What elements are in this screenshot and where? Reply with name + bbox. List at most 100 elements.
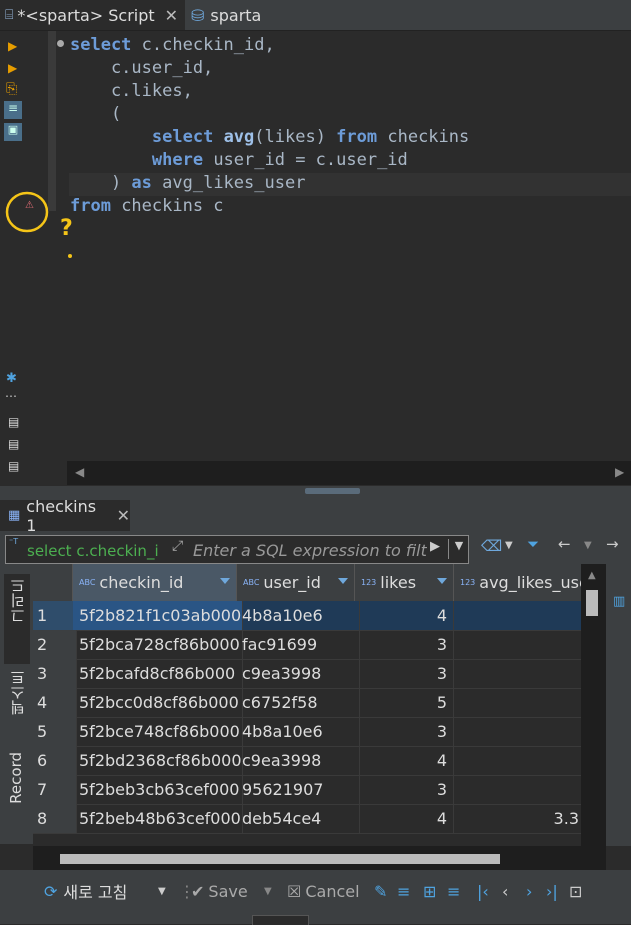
- scroll-left-icon[interactable]: ◀: [75, 465, 84, 479]
- editor-horizontal-scrollbar[interactable]: ◀ ▶: [67, 461, 631, 485]
- export-icon[interactable]: ▤: [8, 415, 19, 429]
- row-number[interactable]: 1: [33, 601, 77, 630]
- cell-checkin-id[interactable]: 5f2beb48b63cef000: [73, 804, 243, 833]
- import-icon[interactable]: ▤: [8, 437, 19, 451]
- back-icon[interactable]: ←: [558, 535, 571, 553]
- grid-vertical-scrollbar[interactable]: ▲: [581, 564, 606, 846]
- cell-likes[interactable]: 4: [355, 804, 454, 833]
- table-row[interactable]: 5 5f2bce748cf86b000 4b8a10e6 3: [33, 717, 581, 747]
- code-line[interactable]: where user_id = c.user_id: [70, 150, 408, 173]
- results-tab[interactable]: ▦ checkins 1 ✕: [0, 497, 130, 535]
- cell-likes[interactable]: 4: [355, 601, 454, 630]
- cell-likes[interactable]: 3: [355, 775, 454, 804]
- filter-icon[interactable]: ⏷: [527, 535, 539, 553]
- row-number[interactable]: 8: [33, 804, 77, 833]
- cell-likes[interactable]: 3: [355, 717, 454, 746]
- cell-checkin-id[interactable]: 5f2beb3cb63cef000: [73, 775, 243, 804]
- next-icon[interactable]: ›: [526, 880, 532, 902]
- fetch-all-icon[interactable]: ⊡: [569, 880, 582, 902]
- column-header-avg-likes-user[interactable]: 123avg_likes_user: [454, 564, 581, 601]
- delete-row-icon[interactable]: ≡: [447, 880, 460, 902]
- grid-horizontal-scrollbar[interactable]: [33, 846, 606, 870]
- splitter-handle[interactable]: [305, 488, 360, 494]
- refresh-button[interactable]: ⟳ 새로 고침: [44, 880, 127, 903]
- cell-user-id[interactable]: deb54ce4: [237, 804, 360, 833]
- edit-icon[interactable]: ✎: [374, 880, 387, 902]
- sort-arrow-icon[interactable]: [338, 578, 348, 584]
- column-header-user-id[interactable]: ABC user_id: [237, 564, 355, 601]
- refresh-dropdown-icon[interactable]: ▼: [158, 880, 166, 902]
- cell-likes[interactable]: 4: [355, 746, 454, 775]
- row-number[interactable]: 6: [33, 746, 77, 775]
- row-number[interactable]: 4: [33, 688, 77, 717]
- cell-avg-likes-user[interactable]: [454, 601, 581, 630]
- run-icon[interactable]: ▶: [8, 39, 17, 53]
- cell-avg-likes-user[interactable]: [454, 775, 581, 804]
- sort-arrow-icon[interactable]: [220, 578, 230, 584]
- format-icon[interactable]: ≡: [4, 101, 22, 119]
- save-dropdown-icon[interactable]: ▼: [264, 880, 272, 902]
- apply-filter-icon[interactable]: ▶: [430, 539, 440, 554]
- filter-input[interactable]: ⁼T select c.checkin_i ⤢ Enter a SQL expr…: [5, 535, 469, 564]
- cell-avg-likes-user[interactable]: [454, 746, 581, 775]
- code-line[interactable]: select avg(likes) from checkins: [70, 127, 469, 150]
- cell-user-id[interactable]: 4b8a10e6: [237, 717, 360, 746]
- cell-likes[interactable]: 3: [355, 630, 454, 659]
- code-line[interactable]: from checkins c: [70, 196, 224, 219]
- panel-splitter[interactable]: [0, 486, 631, 496]
- cell-user-id[interactable]: 95621907: [237, 775, 360, 804]
- cell-avg-likes-user[interactable]: 3.3: [454, 804, 581, 833]
- forward-icon[interactable]: →: [606, 535, 619, 553]
- last-page-icon[interactable]: ›|: [546, 880, 558, 902]
- table-row[interactable]: 7 5f2beb3cb63cef000 95621907 3: [33, 775, 581, 805]
- code-line[interactable]: c.user_id,: [70, 58, 213, 81]
- cell-checkin-id[interactable]: 5f2b821f1c03ab000: [73, 601, 243, 630]
- table-row[interactable]: 6 5f2bd2368cf86b000 c9ea3998 4: [33, 746, 581, 776]
- cell-avg-likes-user[interactable]: [454, 659, 581, 688]
- table-row[interactable]: 1 5f2b821f1c03ab000 4b8a10e6 4: [33, 601, 581, 631]
- console-icon[interactable]: ▣: [4, 123, 22, 141]
- cell-avg-likes-user[interactable]: [454, 630, 581, 659]
- close-icon[interactable]: ✕: [165, 6, 178, 25]
- horizontal-scroll-thumb[interactable]: [60, 854, 500, 864]
- cell-avg-likes-user[interactable]: [454, 688, 581, 717]
- scroll-up-icon[interactable]: ▲: [588, 570, 596, 581]
- cell-checkin-id[interactable]: 5f2bce748cf86b000: [73, 717, 243, 746]
- scroll-right-icon[interactable]: ▶: [615, 465, 624, 479]
- sort-arrow-icon[interactable]: [437, 578, 447, 584]
- previous-icon[interactable]: ‹: [502, 880, 508, 902]
- settings-icon[interactable]: ✱: [6, 371, 17, 386]
- tab-grid[interactable]: 그리드: [4, 574, 30, 664]
- close-icon[interactable]: ✕: [117, 506, 130, 525]
- code-line[interactable]: (: [70, 104, 121, 127]
- row-number[interactable]: 7: [33, 775, 77, 804]
- run-script-icon[interactable]: ▶: [8, 61, 17, 75]
- table-row[interactable]: 8 5f2beb48b63cef000 deb54ce4 4 3.3: [33, 804, 581, 834]
- column-header-checkin-id[interactable]: ABC checkin_id: [73, 564, 237, 601]
- cell-checkin-id[interactable]: 5f2bcc0d8cf86b000: [73, 688, 243, 717]
- vertical-scroll-thumb[interactable]: [586, 590, 598, 616]
- dropdown-icon[interactable]: ▼: [505, 540, 513, 551]
- cell-avg-likes-user[interactable]: [454, 717, 581, 746]
- explain-icon[interactable]: ⎘: [6, 81, 17, 97]
- cell-likes[interactable]: 3: [355, 659, 454, 688]
- tab-sparta[interactable]: ⛁ sparta: [187, 0, 631, 30]
- code-line[interactable]: c.likes,: [70, 81, 193, 104]
- expand-icon[interactable]: ⤢: [172, 538, 183, 554]
- more-icon[interactable]: ⋯: [5, 389, 17, 403]
- tab-script[interactable]: ⌸ *<sparta> Script ✕: [0, 0, 185, 30]
- first-page-icon[interactable]: |‹: [477, 880, 489, 902]
- cancel-button[interactable]: ☒ Cancel: [287, 880, 360, 902]
- cell-user-id[interactable]: c9ea3998: [237, 659, 360, 688]
- file-icon[interactable]: ▤: [8, 459, 19, 473]
- row-number[interactable]: 2: [33, 630, 77, 659]
- add-row-icon[interactable]: ≡: [397, 880, 410, 902]
- back-dropdown-icon[interactable]: ▼: [584, 540, 592, 551]
- table-row[interactable]: 4 5f2bcc0d8cf86b000 c6752f58 5: [33, 688, 581, 718]
- code-line[interactable]: select c.checkin_id,: [70, 35, 275, 58]
- cell-user-id[interactable]: 4b8a10e6: [237, 601, 360, 630]
- copy-row-icon[interactable]: ⊞: [423, 880, 436, 902]
- cell-user-id[interactable]: c6752f58: [237, 688, 360, 717]
- cell-checkin-id[interactable]: 5f2bca728cf86b000: [73, 630, 243, 659]
- code-line[interactable]: ) as avg_likes_user: [70, 173, 306, 196]
